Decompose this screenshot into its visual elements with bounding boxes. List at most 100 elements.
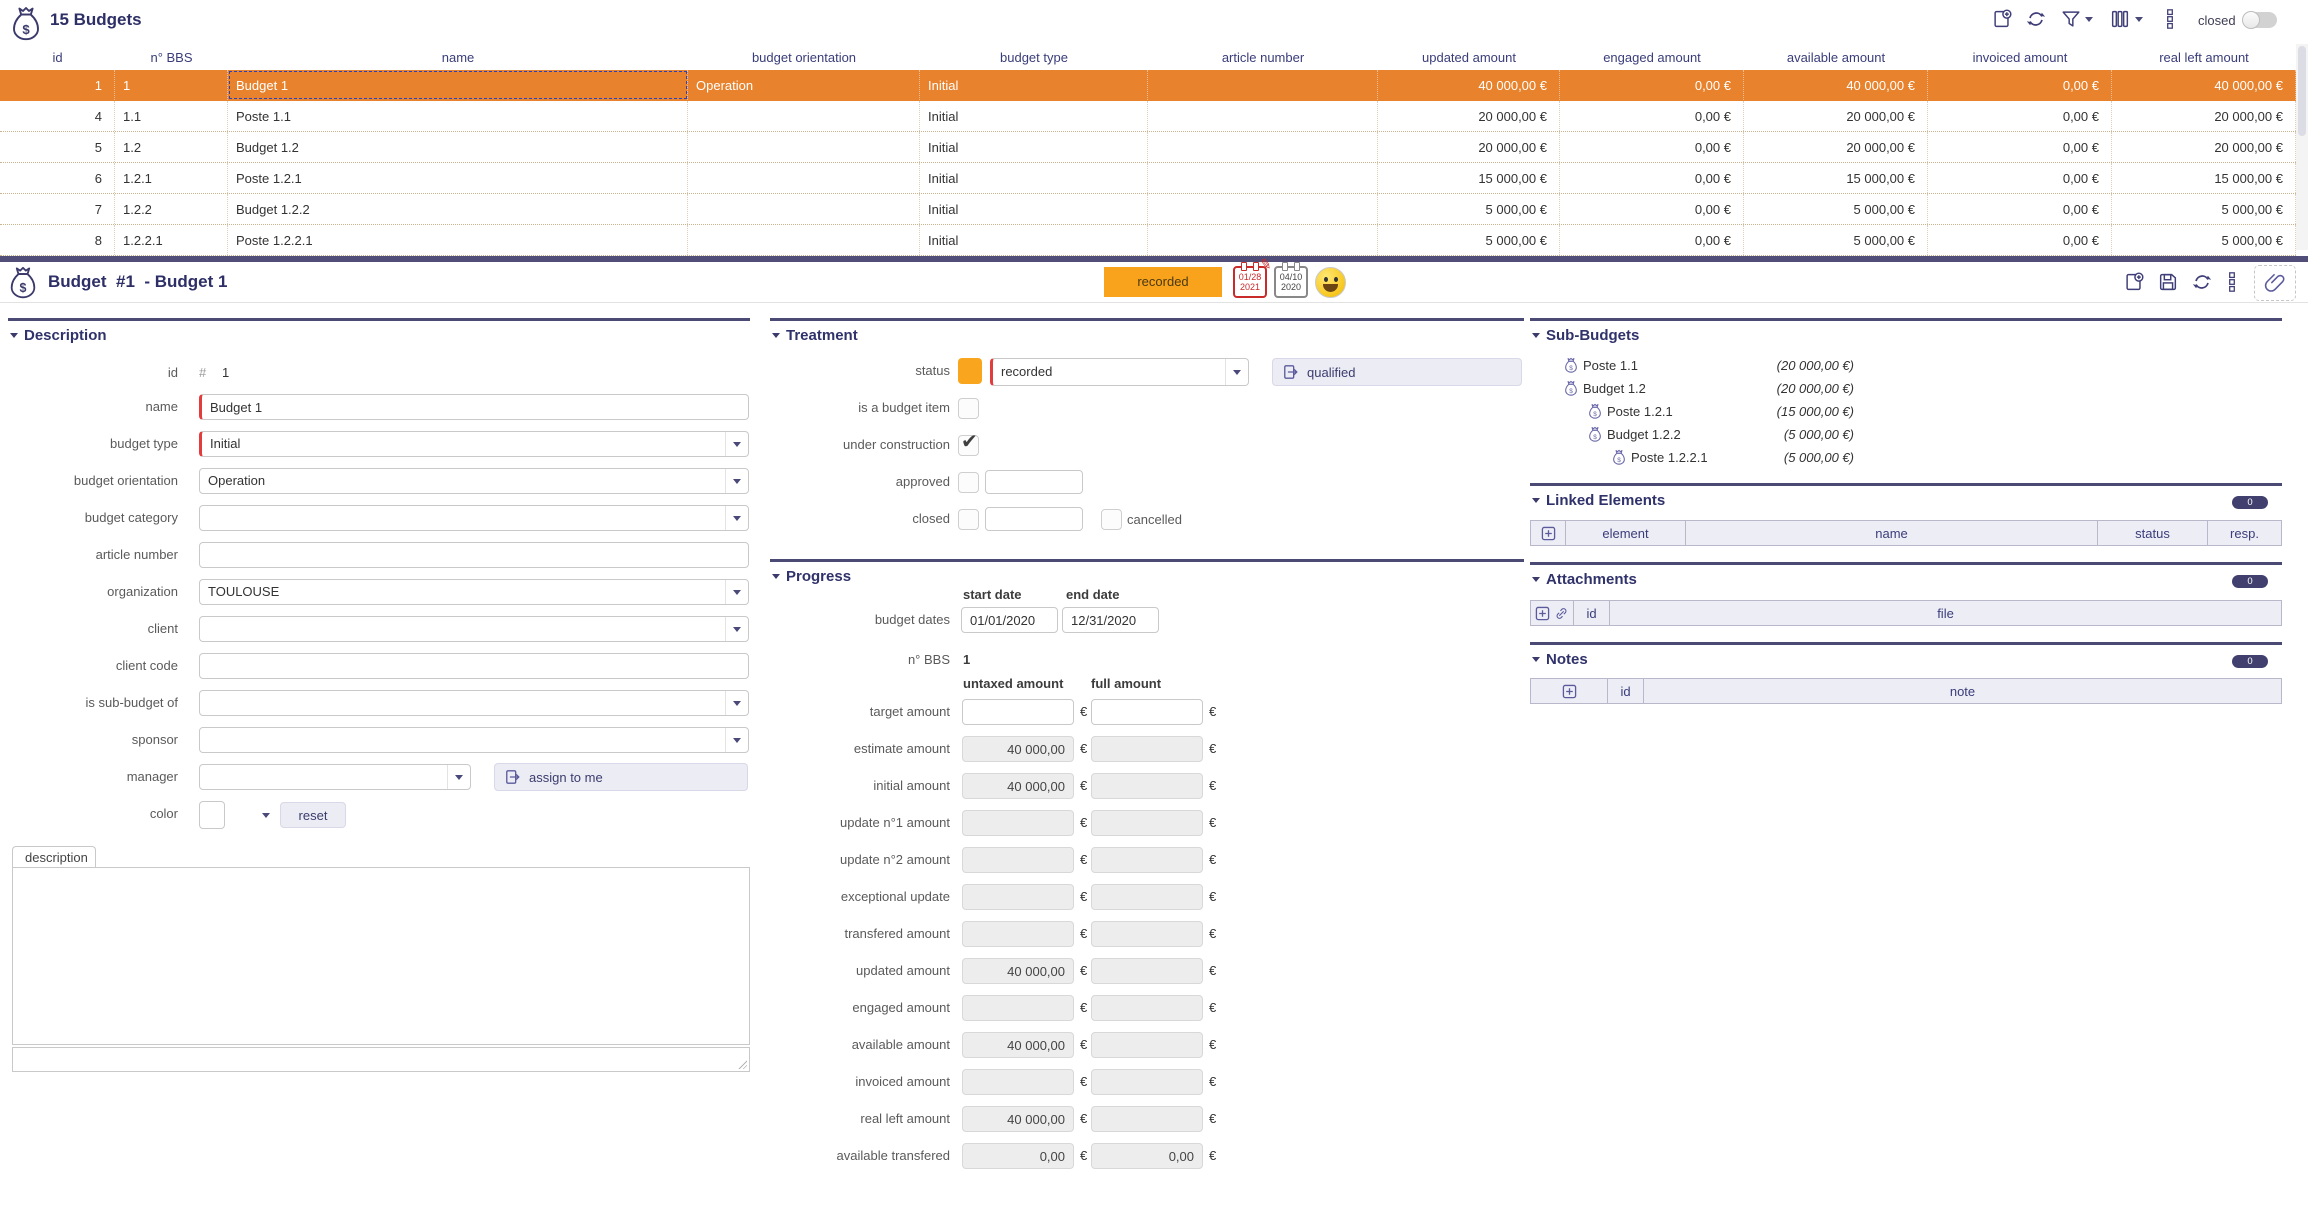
- cell-engaged-amount[interactable]: 0,00 €: [1560, 101, 1744, 131]
- column-header-id[interactable]: id: [0, 50, 115, 65]
- cell-engaged-amount[interactable]: 0,00 €: [1560, 132, 1744, 162]
- cell-name[interactable]: Poste 1.2.2.1: [228, 225, 688, 255]
- cell-updated-amount[interactable]: 20 000,00 €: [1378, 132, 1560, 162]
- column-header-file[interactable]: file: [1610, 600, 2282, 626]
- cell-budget-orientation[interactable]: [688, 163, 920, 193]
- sub-budget-item[interactable]: $Poste 1.2.2.1(5 000,00 €): [1612, 446, 2284, 468]
- closed-date-input[interactable]: [985, 507, 1083, 531]
- cell-id[interactable]: 1: [0, 70, 115, 100]
- cell-real-left-amount[interactable]: 20 000,00 €: [2112, 101, 2296, 131]
- cell-updated-amount[interactable]: 20 000,00 €: [1378, 101, 1560, 131]
- full-amount-input[interactable]: [1091, 921, 1203, 947]
- collapse-icon[interactable]: [1532, 498, 1540, 503]
- cell-real-left-amount[interactable]: 5 000,00 €: [2112, 194, 2296, 224]
- cell-name[interactable]: Budget 1.2.2: [228, 194, 688, 224]
- full-amount-input[interactable]: [1091, 884, 1203, 910]
- table-row[interactable]: 61.2.1Poste 1.2.1Initial15 000,00 €0,00 …: [0, 163, 2296, 194]
- filter-button[interactable]: [2060, 8, 2082, 30]
- organization-select[interactable]: TOULOUSE: [199, 579, 749, 605]
- collapse-icon[interactable]: [1532, 333, 1540, 338]
- description-tab[interactable]: description: [12, 846, 96, 868]
- untaxed-amount-input[interactable]: 40 000,00: [962, 1032, 1074, 1058]
- cell-budget-type[interactable]: Initial: [920, 70, 1148, 100]
- column-header-engaged[interactable]: engaged amount: [1560, 50, 1744, 65]
- full-amount-input[interactable]: [1091, 995, 1203, 1021]
- cell-budget-orientation[interactable]: [688, 132, 920, 162]
- color-value-box[interactable]: [199, 801, 225, 829]
- column-header-id[interactable]: id: [1574, 600, 1610, 626]
- column-header-type[interactable]: budget type: [920, 50, 1148, 65]
- untaxed-amount-input[interactable]: 40 000,00: [962, 736, 1074, 762]
- cell-budget-orientation[interactable]: Operation: [688, 70, 920, 100]
- add-row-button[interactable]: [1530, 600, 1574, 626]
- cell-name[interactable]: Budget 1.2: [228, 132, 688, 162]
- full-amount-input[interactable]: [1091, 736, 1203, 762]
- cell-engaged-amount[interactable]: 0,00 €: [1560, 163, 1744, 193]
- table-scrollbar[interactable]: [2296, 44, 2308, 250]
- client-code-input[interactable]: [199, 653, 749, 679]
- column-header-available[interactable]: available amount: [1744, 50, 1928, 65]
- cell-budget-type[interactable]: Initial: [920, 132, 1148, 162]
- column-header-invoiced[interactable]: invoiced amount: [1928, 50, 2112, 65]
- column-header-name[interactable]: name: [1686, 520, 2098, 546]
- cell-budget-type[interactable]: Initial: [920, 163, 1148, 193]
- full-amount-input[interactable]: [1091, 958, 1203, 984]
- select-dropdown[interactable]: [725, 580, 748, 604]
- is-sub-budget-of-select[interactable]: [199, 690, 749, 716]
- cell-budget-orientation[interactable]: [688, 194, 920, 224]
- untaxed-amount-input[interactable]: 40 000,00: [962, 1106, 1074, 1132]
- select-dropdown[interactable]: [725, 617, 748, 641]
- new-record-button[interactable]: [1991, 8, 2013, 30]
- attach-file-button[interactable]: [2254, 265, 2296, 301]
- deadline-calendar[interactable]: 01/28 2021 ✎: [1233, 266, 1267, 298]
- table-row[interactable]: 51.2Budget 1.2Initial20 000,00 €0,00 €20…: [0, 132, 2296, 163]
- creation-calendar[interactable]: 04/10 2020: [1274, 266, 1308, 298]
- cell-updated-amount[interactable]: 5 000,00 €: [1378, 225, 1560, 255]
- end-date-input[interactable]: 12/31/2020: [1062, 607, 1159, 633]
- cell-invoiced-amount[interactable]: 0,00 €: [1928, 132, 2112, 162]
- cell-invoiced-amount[interactable]: 0,00 €: [1928, 163, 2112, 193]
- cell-real-left-amount[interactable]: 40 000,00 €: [2112, 70, 2296, 100]
- untaxed-amount-input[interactable]: [962, 810, 1074, 836]
- qualified-button[interactable]: qualified: [1272, 358, 1522, 386]
- select-dropdown[interactable]: [725, 432, 748, 456]
- budget-type-select[interactable]: Initial: [199, 431, 749, 457]
- cell-budget-type[interactable]: Initial: [920, 225, 1148, 255]
- cell-article-number[interactable]: [1148, 101, 1378, 131]
- list-menu-button[interactable]: [2166, 8, 2176, 30]
- cell-engaged-amount[interactable]: 0,00 €: [1560, 194, 1744, 224]
- cell-bbs[interactable]: 1.2.2: [115, 194, 228, 224]
- column-header-bbs[interactable]: n° BBS: [115, 50, 228, 65]
- budget-category-select[interactable]: [199, 505, 749, 531]
- column-header-article[interactable]: article number: [1148, 50, 1378, 65]
- cell-id[interactable]: 4: [0, 101, 115, 131]
- untaxed-amount-input[interactable]: [962, 699, 1074, 725]
- sub-budget-item[interactable]: $Poste 1.1(20 000,00 €): [1564, 354, 2284, 376]
- full-amount-input[interactable]: [1091, 773, 1203, 799]
- cell-invoiced-amount[interactable]: 0,00 €: [1928, 225, 2112, 255]
- cell-real-left-amount[interactable]: 20 000,00 €: [2112, 132, 2296, 162]
- select-dropdown[interactable]: [725, 728, 748, 752]
- collapse-icon[interactable]: [772, 333, 780, 338]
- untaxed-amount-input[interactable]: 40 000,00: [962, 958, 1074, 984]
- untaxed-amount-input[interactable]: [962, 884, 1074, 910]
- cell-bbs[interactable]: 1.1: [115, 101, 228, 131]
- approved-date-input[interactable]: [985, 470, 1083, 494]
- cell-available-amount[interactable]: 20 000,00 €: [1744, 101, 1928, 131]
- table-row[interactable]: 41.1Poste 1.1Initial20 000,00 €0,00 €20 …: [0, 101, 2296, 132]
- closed-toggle[interactable]: [2243, 12, 2277, 28]
- description-textarea[interactable]: [12, 867, 750, 1045]
- cell-invoiced-amount[interactable]: 0,00 €: [1928, 101, 2112, 131]
- closed-checkbox[interactable]: [958, 509, 979, 530]
- cell-bbs[interactable]: 1.2.2.1: [115, 225, 228, 255]
- manager-select[interactable]: [199, 764, 471, 790]
- sub-budget-item[interactable]: $Budget 1.2(20 000,00 €): [1564, 377, 2284, 399]
- status-badge[interactable]: recorded: [1104, 267, 1222, 297]
- cell-bbs[interactable]: 1.2.1: [115, 163, 228, 193]
- cell-engaged-amount[interactable]: 0,00 €: [1560, 70, 1744, 100]
- filter-caret-icon[interactable]: [2085, 17, 2093, 22]
- detail-menu-button[interactable]: [2228, 271, 2238, 293]
- collapse-icon[interactable]: [1532, 577, 1540, 582]
- column-header-element[interactable]: element: [1566, 520, 1686, 546]
- cell-available-amount[interactable]: 40 000,00 €: [1744, 70, 1928, 100]
